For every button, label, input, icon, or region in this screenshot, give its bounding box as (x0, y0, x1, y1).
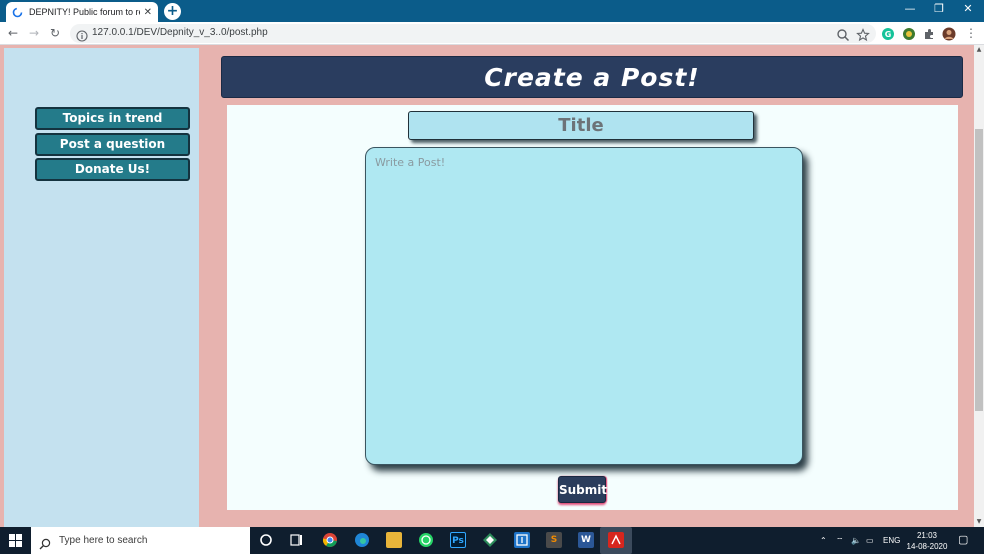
taskbar-clock[interactable]: 21:03 14-08-2020 (904, 530, 950, 552)
minimize-button[interactable]: — (900, 2, 920, 15)
scroll-up-arrow-icon[interactable]: ▲ (974, 45, 984, 55)
acrobat-icon[interactable] (600, 527, 632, 554)
word-icon[interactable]: W (578, 532, 594, 548)
chrome-icon[interactable] (322, 532, 338, 548)
scroll-down-arrow-icon[interactable]: ▼ (974, 517, 984, 527)
taskbar-search-placeholder: Type here to search (59, 535, 148, 546)
page-header: Create a Post! (221, 56, 963, 98)
puzzle-icon[interactable] (922, 26, 936, 40)
search-icon[interactable] (836, 27, 850, 42)
screenshot-app-icon[interactable] (514, 532, 530, 548)
file-explorer-icon[interactable] (386, 532, 402, 548)
profile-avatar[interactable] (942, 26, 956, 41)
windows-logo-icon (9, 534, 22, 547)
clock-date: 14-08-2020 (906, 542, 948, 551)
browser-toolbar: ← → ↻ 127.0.0.1/DEV/Depnity_v_3..0/post.… (0, 22, 984, 45)
extension-icon[interactable] (902, 26, 916, 40)
loading-favicon-icon (12, 7, 23, 18)
start-button[interactable] (0, 527, 31, 554)
volume-icon[interactable]: 🔈 (851, 527, 861, 554)
battery-icon[interactable]: ▭ (866, 527, 874, 554)
sidebar: Topics in trend Post a question Donate U… (4, 48, 199, 527)
page-title: Create a Post! (484, 62, 700, 92)
show-hidden-icons-icon[interactable]: ⌃ (820, 527, 827, 554)
sublime-icon[interactable]: S (546, 532, 562, 548)
whatsapp-icon[interactable] (418, 532, 434, 548)
page-scrollbar[interactable]: ▲ ▼ (974, 45, 984, 527)
windows-taskbar: Type here to search Ps S W ⌃ ⌔ 🔈 ▭ ENG 2… (0, 527, 984, 554)
sidebar-item-post-a-question[interactable]: Post a question (35, 133, 190, 156)
post-form-card: Submit (227, 105, 958, 510)
app-icon[interactable] (482, 532, 498, 548)
forward-button[interactable]: → (26, 26, 42, 41)
star-icon[interactable] (856, 27, 870, 42)
tab-close-icon[interactable]: ✕ (144, 7, 152, 18)
grammarly-icon[interactable]: G (881, 26, 895, 40)
submit-button[interactable]: Submit (558, 476, 607, 503)
url-text: 127.0.0.1/DEV/Depnity_v_3..0/post.php (92, 27, 268, 38)
title-input[interactable] (408, 111, 754, 140)
tab-title: DEPNITY! Public forum to resolve (29, 7, 140, 17)
close-window-button[interactable]: ✕ (958, 2, 978, 15)
page-viewport: Topics in trend Post a question Donate U… (0, 45, 974, 527)
sidebar-item-donate-us[interactable]: Donate Us! (35, 158, 190, 181)
browser-tab[interactable]: DEPNITY! Public forum to resolve ✕ (6, 2, 158, 22)
edge-icon[interactable] (354, 532, 370, 548)
restore-button[interactable]: ❐ (929, 2, 949, 15)
clock-time: 21:03 (916, 531, 938, 540)
search-icon (39, 535, 51, 549)
menu-icon[interactable]: ⋮ (964, 26, 978, 40)
network-icon[interactable]: ⌔ (836, 527, 844, 554)
taskbar-search-box[interactable]: Type here to search (31, 527, 250, 554)
new-tab-button[interactable]: + (164, 3, 181, 20)
post-textarea[interactable] (365, 147, 803, 465)
language-indicator[interactable]: ENG (883, 527, 900, 554)
browser-tab-bar: DEPNITY! Public forum to resolve ✕ + — ❐… (0, 0, 984, 22)
address-bar[interactable]: 127.0.0.1/DEV/Depnity_v_3..0/post.php (70, 24, 876, 43)
reload-button[interactable]: ↻ (47, 26, 63, 41)
notification-icon[interactable]: ▢ (958, 527, 968, 554)
info-icon[interactable] (76, 27, 88, 42)
back-button[interactable]: ← (5, 26, 21, 41)
scroll-thumb[interactable] (975, 129, 983, 411)
svg-text:G: G (885, 30, 892, 39)
photoshop-icon[interactable]: Ps (450, 532, 466, 548)
cortana-icon[interactable] (258, 532, 274, 548)
sidebar-item-topics-in-trend[interactable]: Topics in trend (35, 107, 190, 130)
task-view-icon[interactable] (289, 532, 305, 548)
